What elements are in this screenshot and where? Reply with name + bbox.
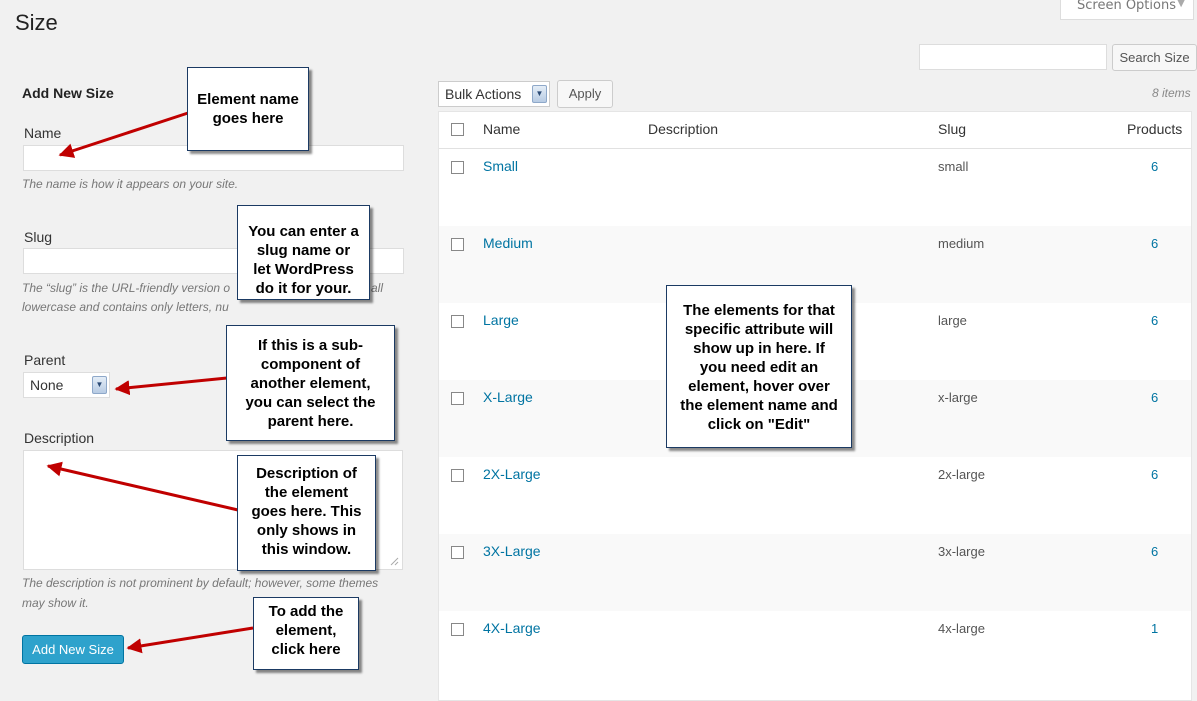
callout-line: specific attribute will xyxy=(684,321,834,338)
arrow-to-add-button xyxy=(126,626,254,654)
callout-line: goes here xyxy=(212,110,284,127)
callout-line: element, xyxy=(275,622,337,639)
callout-line: this window. xyxy=(261,541,352,558)
callout-line: the element name and xyxy=(680,397,838,414)
callout-line: another element, xyxy=(250,375,371,392)
callout-line: element, hover over xyxy=(688,378,830,395)
arrow-to-parent-select xyxy=(114,376,228,396)
callout-add: To add the element, click here xyxy=(253,597,359,670)
callout-line: you need edit an xyxy=(699,359,819,376)
callout-line: You can enter a xyxy=(248,223,359,240)
arrow-to-name-field xyxy=(58,111,189,158)
callout-line: Element name xyxy=(197,91,299,108)
callout-line: Description of xyxy=(256,465,357,482)
callout-parent: If this is a sub- component of another e… xyxy=(226,325,395,441)
callout-description: Description of the element goes here. Th… xyxy=(237,455,376,571)
callout-line: If this is a sub- xyxy=(257,337,363,354)
callout-line: The elements for that xyxy=(683,302,835,319)
callout-line: the element xyxy=(264,484,349,501)
callout-line: let WordPress xyxy=(253,261,354,278)
callout-line: slug name or xyxy=(256,242,351,259)
callout-element-name: Element name goes here xyxy=(187,67,309,151)
callout-line: parent here. xyxy=(267,413,354,430)
callout-line: you can select the xyxy=(245,394,376,411)
callout-line: only shows in xyxy=(256,522,357,539)
callout-line: do it for your. xyxy=(255,280,352,297)
callout-line: show up in here. If xyxy=(693,340,825,357)
callout-table: The elements for that specific attribute… xyxy=(666,285,852,448)
callout-line: component of xyxy=(260,356,361,373)
annotation-arrows xyxy=(46,111,254,654)
callout-slug: You can enter a slug name or let WordPre… xyxy=(237,205,370,300)
callout-line: To add the xyxy=(268,603,344,620)
callout-line: click here xyxy=(271,641,341,658)
callout-line: goes here. This xyxy=(251,503,362,520)
callout-line: click on "Edit" xyxy=(707,416,811,433)
arrow-to-description-field xyxy=(46,461,239,512)
